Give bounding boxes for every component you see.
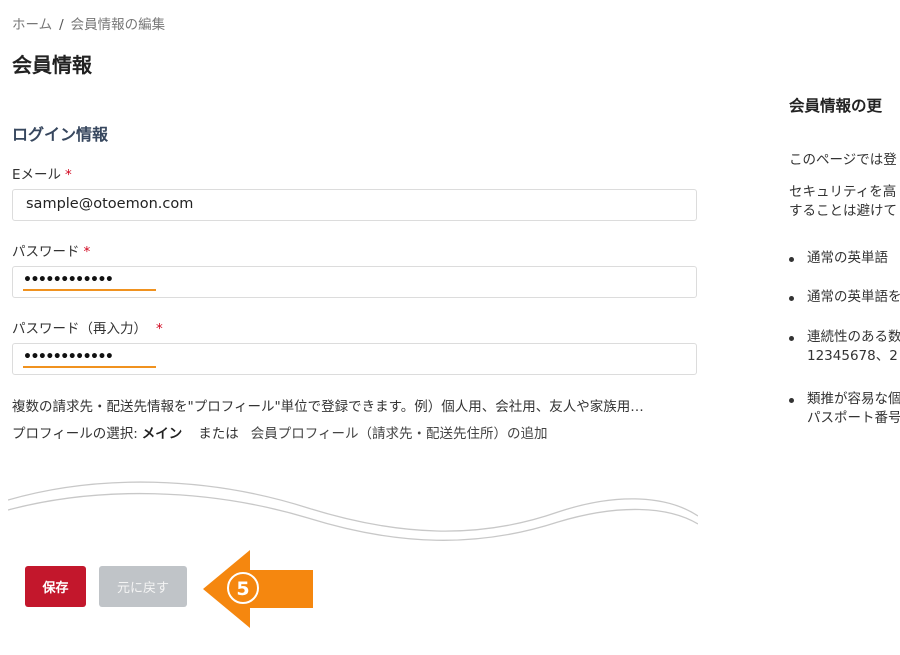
side-paragraph-2: セキュリティを高 することは避けて [789, 183, 897, 221]
wave-divider [8, 481, 698, 541]
email-field[interactable]: sample@otoemon.com [12, 189, 697, 221]
email-field-value: sample@otoemon.com [26, 196, 194, 212]
revert-button[interactable]: 元に戻す [99, 566, 187, 607]
list-item-text: 通常の英単語 [807, 250, 888, 266]
login-section-title: ログイン情報 [12, 125, 109, 144]
password-label-text: パスワード [12, 244, 80, 260]
password-confirm-field[interactable]: •••••••••••• [12, 343, 697, 375]
list-item-text: 連続性のある数 12345678、2 [807, 328, 900, 366]
page-title: 会員情報 [12, 53, 92, 77]
breadcrumb-home-link[interactable]: ホーム [12, 17, 52, 33]
bullet-icon [789, 398, 794, 403]
bullet-icon [789, 296, 794, 301]
profile-selection-row: プロフィールの選択: メイン または 会員プロフィール（請求先・配送先住所）の追加 [12, 422, 548, 442]
password-confirm-highlight [23, 366, 156, 368]
bullet-icon [789, 336, 794, 341]
password-field-value: •••••••••••• [23, 272, 114, 288]
profile-info-text: 複数の請求先・配送先情報を"プロフィール"単位で登録できます。例）個人用、会社用… [12, 399, 644, 415]
profile-selected-main[interactable]: メイン [142, 426, 183, 442]
password-confirm-label: パスワード（再入力） * [12, 317, 163, 337]
breadcrumb-separator: / [59, 17, 64, 33]
list-item-text: 通常の英単語を [807, 289, 900, 305]
password-confirm-field-value: •••••••••••• [23, 349, 114, 365]
password-highlight [23, 289, 156, 291]
list-item-line-1: 類推が容易な個 [807, 391, 900, 407]
email-label: Eメール * [12, 163, 72, 183]
password-label: パスワード * [12, 240, 90, 260]
password-confirm-label-text: パスワード（再入力） [12, 321, 147, 337]
profile-or-text: または [198, 426, 239, 442]
bullet-icon [789, 257, 794, 262]
side-paragraph-2-line-2: することは避けて [789, 203, 897, 219]
required-mark: * [83, 244, 91, 260]
side-paragraph-1: このページでは登 [789, 152, 897, 168]
annotation-arrow-icon: 5 [203, 550, 313, 628]
email-label-text: Eメール [12, 167, 62, 183]
required-mark: * [65, 167, 72, 183]
password-field[interactable]: •••••••••••• [12, 266, 697, 298]
list-item-line-2: パスポート番号 [807, 410, 900, 426]
add-profile-link[interactable]: 会員プロフィール（請求先・配送先住所）の追加 [251, 426, 548, 442]
required-mark: * [156, 321, 163, 337]
save-button[interactable]: 保存 [25, 566, 86, 607]
list-item-text: 類推が容易な個 パスポート番号 [807, 390, 900, 428]
step-number: 5 [236, 578, 249, 600]
side-paragraph-2-line-1: セキュリティを高 [789, 184, 897, 200]
breadcrumb: ホーム / 会員情報の編集 [12, 13, 165, 33]
list-item-line-2: 12345678、2 [807, 348, 898, 364]
profile-select-label: プロフィールの選択: [12, 426, 138, 442]
list-item-line-1: 連続性のある数 [807, 329, 900, 345]
breadcrumb-current: 会員情報の編集 [70, 17, 166, 33]
side-panel-title: 会員情報の更 [789, 97, 883, 115]
